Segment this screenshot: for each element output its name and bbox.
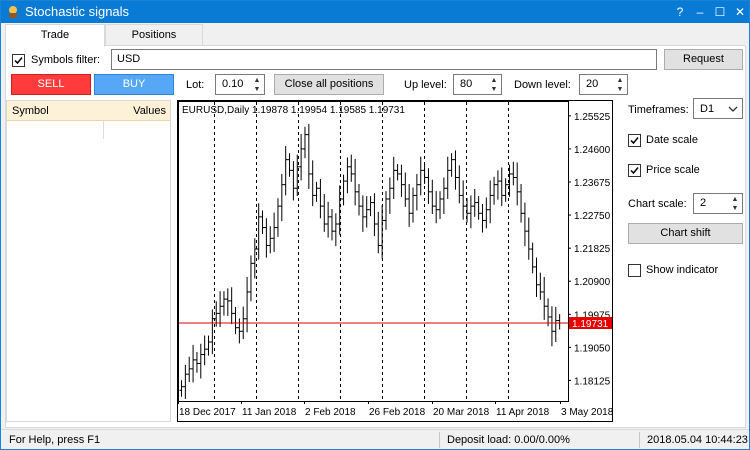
maximize-icon[interactable]: ☐ <box>711 3 729 21</box>
lot-value: 0.10 <box>222 78 244 90</box>
up-level-label: Up level: <box>404 79 447 91</box>
chart-scale-value: 2 <box>700 197 707 209</box>
price-scale-label: Price scale <box>646 164 700 176</box>
chart-symbol-header: EURUSD,Daily 1.19878 1.19954 1.19585 1.1… <box>182 105 405 116</box>
up-level-value: 80 <box>460 78 473 90</box>
up-level-stepper[interactable]: 80 ▲ ▼ <box>453 74 502 95</box>
check-icon <box>630 167 639 175</box>
plot-frame <box>178 101 569 402</box>
date-tick-label: 18 Dec 2017 <box>179 407 236 418</box>
status-datetime: 2018.05.04 10:44:23 <box>647 434 748 446</box>
window-title: Stochastic signals <box>25 4 130 19</box>
tab-trade[interactable]: Trade <box>5 24 105 47</box>
timeframes-label: Timeframes: <box>628 104 689 116</box>
date-tick-label: 11 Jan 2018 <box>242 407 297 418</box>
decrement-icon[interactable]: ▼ <box>488 85 500 94</box>
check-icon <box>14 57 23 65</box>
status-divider <box>639 432 640 448</box>
buy-button[interactable]: BUY <box>94 74 174 95</box>
sell-button[interactable]: SELL <box>11 74 91 95</box>
app-window: Stochastic signals ? – ☐ ✕ Trade Positio… <box>0 0 750 450</box>
show-indicator-label: Show indicator <box>646 264 719 276</box>
date-tick-label: 26 Feb 2018 <box>369 407 426 418</box>
lot-label: Lot: <box>186 79 205 91</box>
price-tick-label: 1.25525 <box>574 112 611 123</box>
decrement-icon[interactable]: ▼ <box>251 85 263 94</box>
column-header-values[interactable]: Values <box>133 105 166 117</box>
close-icon[interactable]: ✕ <box>731 3 749 21</box>
price-tick-label: 1.19050 <box>574 343 611 354</box>
price-tick-label: 1.21825 <box>574 244 611 255</box>
increment-icon[interactable]: ▲ <box>614 76 626 85</box>
date-tick-label: 2 Feb 2018 <box>305 407 356 418</box>
symbols-table[interactable]: Symbol Values <box>6 100 171 422</box>
symbols-filter-checkbox[interactable] <box>12 54 25 67</box>
price-scale-checkbox[interactable] <box>628 164 641 177</box>
chart-canvas: 1.25525 1.24600 1.23675 1.22750 1.21825 1.209… <box>178 101 614 418</box>
close-all-positions-button[interactable]: Close all positions <box>274 74 384 95</box>
timeframe-value: D1 <box>700 103 715 115</box>
column-header-symbol[interactable]: Symbol <box>12 105 49 117</box>
lot-stepper[interactable]: 0.10 ▲ ▼ <box>215 74 265 95</box>
request-button[interactable]: Request <box>664 49 743 70</box>
show-indicator-checkbox[interactable] <box>628 264 641 277</box>
minimize-icon[interactable]: – <box>691 3 709 21</box>
chart-scale-stepper[interactable]: 2 ▲ ▼ <box>693 193 743 214</box>
timeframe-select[interactable]: D1 <box>693 98 743 119</box>
price-tick-label: 1.24600 <box>574 145 611 156</box>
date-scale-checkbox[interactable] <box>628 134 641 147</box>
status-deposit-load: Deposit load: 0.00/0.00% <box>447 434 570 446</box>
chevron-down-icon <box>728 106 738 112</box>
date-tick-label: 20 Mar 2018 <box>433 407 490 418</box>
check-icon <box>630 137 639 145</box>
tab-positions[interactable]: Positions <box>105 24 203 46</box>
chart-scale-label: Chart scale: <box>628 198 687 210</box>
status-help-text: For Help, press F1 <box>9 434 101 446</box>
price-tick-label: 1.20900 <box>574 277 611 288</box>
down-level-value: 20 <box>586 78 599 90</box>
price-tick-label: 1.18125 <box>574 376 611 387</box>
increment-icon[interactable]: ▲ <box>251 76 263 85</box>
price-tick-label: 1.22750 <box>574 211 611 222</box>
increment-icon[interactable]: ▲ <box>488 76 500 85</box>
chart-shift-button[interactable]: Chart shift <box>628 223 743 244</box>
symbols-filter-label: Symbols filter: <box>31 54 101 66</box>
date-tick-label: 3 May 2018 <box>561 407 612 418</box>
table-header: Symbol Values <box>7 101 170 121</box>
price-tick-label: 1.23675 <box>574 178 611 189</box>
title-bar[interactable]: Stochastic signals ? – ☐ ✕ <box>1 1 749 23</box>
decrement-icon[interactable]: ▼ <box>614 85 626 94</box>
column-divider <box>103 121 104 139</box>
app-icon <box>9 6 17 18</box>
date-scale-label: Date scale <box>646 134 698 146</box>
date-tick-label: 11 Apr 2018 <box>496 407 550 418</box>
decrement-icon[interactable]: ▼ <box>729 204 741 213</box>
status-divider <box>439 432 440 448</box>
help-icon[interactable]: ? <box>671 3 689 21</box>
increment-icon[interactable]: ▲ <box>729 195 741 204</box>
symbols-filter-input[interactable]: USD <box>111 49 657 70</box>
price-chart[interactable]: 1.25525 1.24600 1.23675 1.22750 1.21825 1.209… <box>177 100 614 422</box>
status-bar: For Help, press F1 Deposit load: 0.00/0.… <box>1 429 749 449</box>
down-level-label: Down level: <box>514 79 571 91</box>
down-level-stepper[interactable]: 20 ▲ ▼ <box>579 74 628 95</box>
current-price-label: 1.19731 <box>572 319 609 330</box>
